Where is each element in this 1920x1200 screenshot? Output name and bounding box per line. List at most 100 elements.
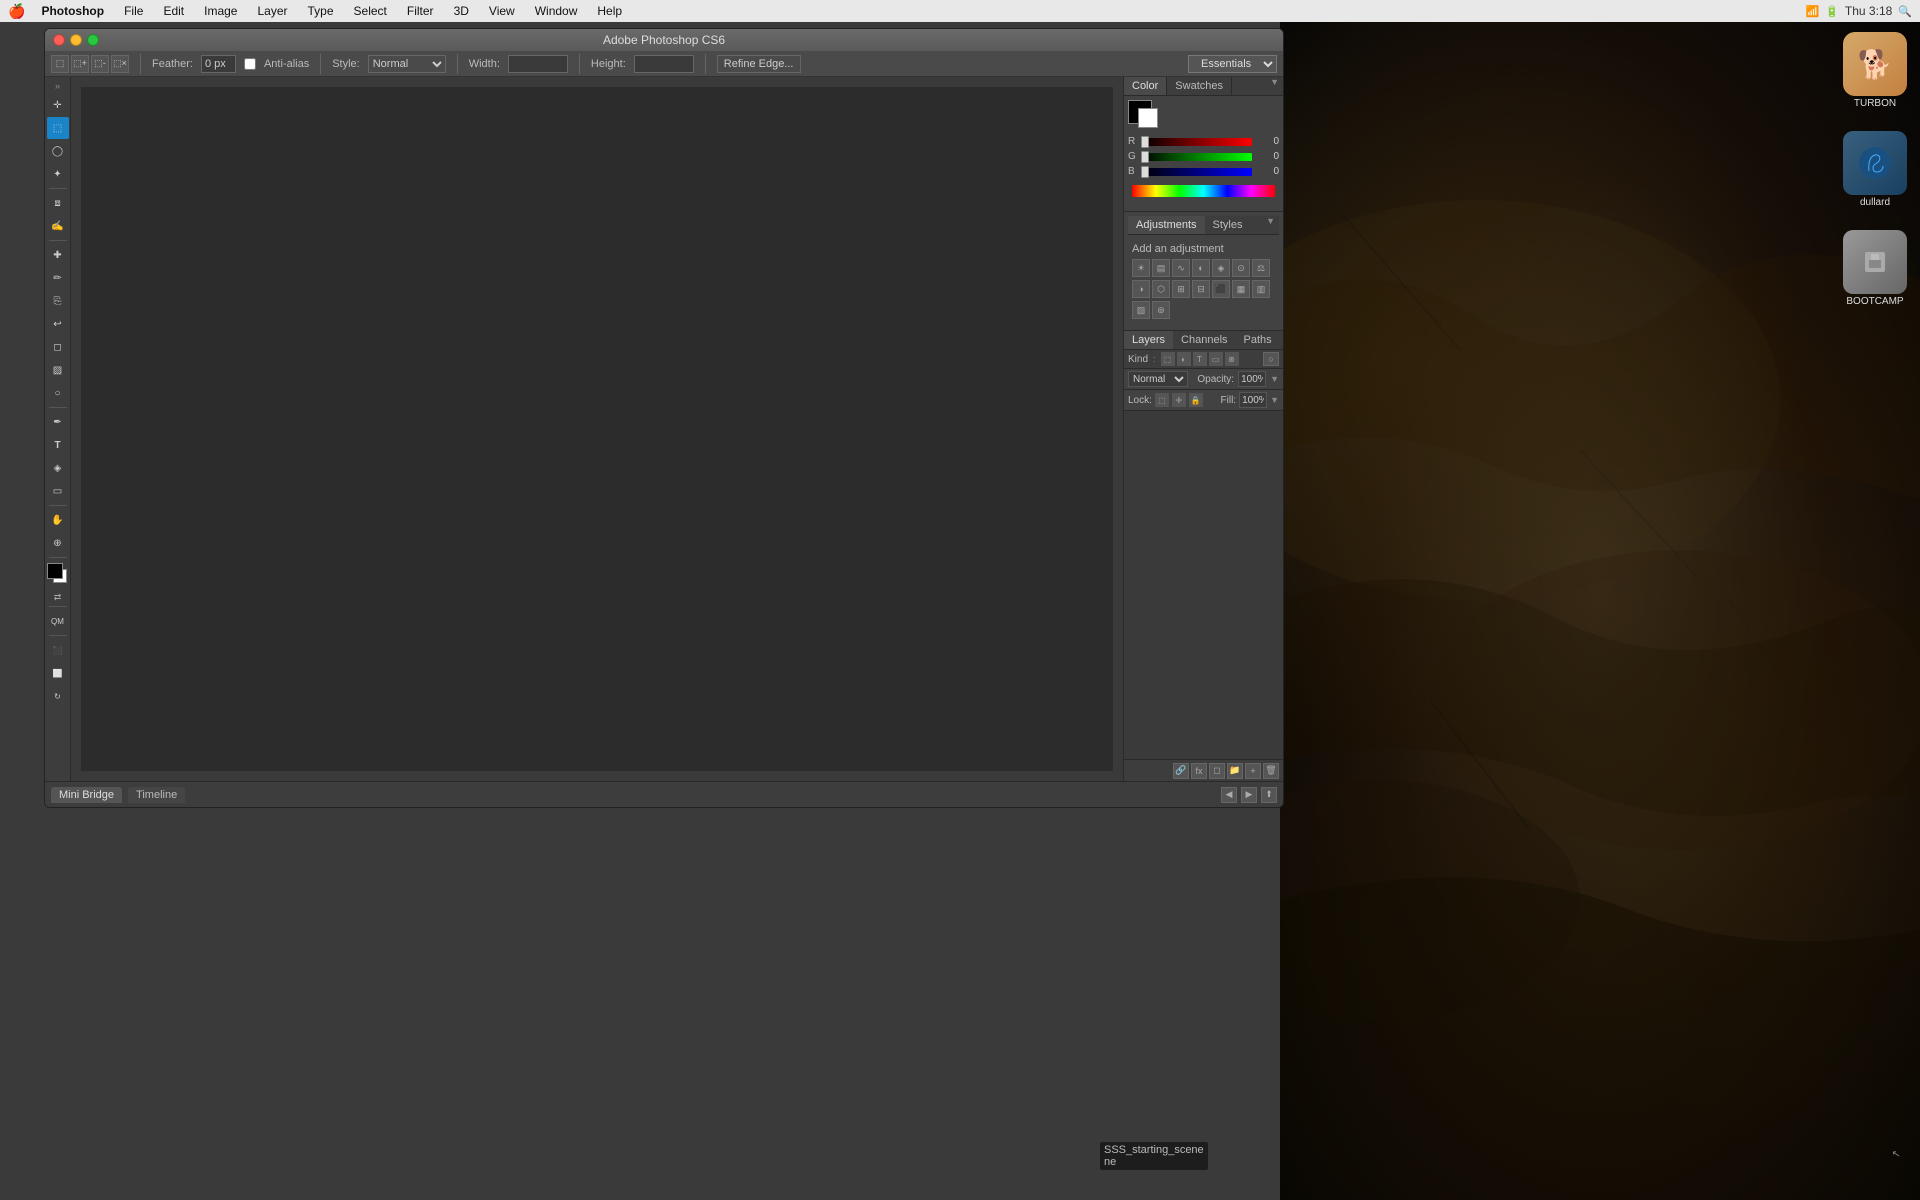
quick-mask-button[interactable]: QM: [47, 610, 69, 632]
screen-mode-button[interactable]: ⬛: [47, 639, 69, 661]
adjustment-filter-icon[interactable]: ◐: [1177, 352, 1191, 366]
width-input[interactable]: [508, 55, 568, 73]
shape-tool[interactable]: ▭: [47, 480, 69, 502]
marquee-tool[interactable]: ⬚: [47, 117, 69, 139]
curves-icon[interactable]: ∿: [1172, 259, 1190, 277]
menu-file[interactable]: File: [120, 2, 147, 20]
color-balance-icon[interactable]: ⚖: [1252, 259, 1270, 277]
shape-filter-icon[interactable]: ▭: [1209, 352, 1223, 366]
bg-color-swatch[interactable]: [1138, 108, 1158, 128]
bottom-scroll-right[interactable]: ▶: [1241, 787, 1257, 803]
tab-adjustments[interactable]: Adjustments: [1128, 216, 1205, 234]
menu-layer[interactable]: Layer: [253, 2, 291, 20]
toolbar-collapse[interactable]: »: [55, 81, 60, 91]
pen-tool[interactable]: ✒: [47, 411, 69, 433]
heal-tool[interactable]: ✚: [47, 244, 69, 266]
text-filter-icon[interactable]: T: [1193, 352, 1207, 366]
close-button[interactable]: [53, 34, 65, 46]
path-selection-tool[interactable]: ◈: [47, 457, 69, 479]
tab-channels[interactable]: Channels: [1173, 331, 1235, 349]
dock-item-turbon[interactable]: 🐕 TURBON: [1834, 32, 1916, 109]
foreground-color[interactable]: [47, 563, 63, 579]
new-layer-button[interactable]: +: [1245, 763, 1261, 779]
history-brush-tool[interactable]: ↩: [47, 313, 69, 335]
menu-image[interactable]: Image: [200, 2, 241, 20]
photo-filter-icon[interactable]: ⬡: [1152, 280, 1170, 298]
levels-icon[interactable]: ▤: [1152, 259, 1170, 277]
height-input[interactable]: [634, 55, 694, 73]
text-tool[interactable]: T: [47, 434, 69, 456]
menu-3d[interactable]: 3D: [450, 2, 473, 20]
move-tool[interactable]: ✛: [47, 94, 69, 116]
exposure-icon[interactable]: ◐: [1192, 259, 1210, 277]
red-slider[interactable]: [1141, 138, 1252, 146]
minimize-button[interactable]: [70, 34, 82, 46]
workspace-select[interactable]: Essentials: [1188, 55, 1277, 73]
refine-edge-button[interactable]: Refine Edge...: [717, 55, 801, 73]
dock-item-bootcamp[interactable]: BOOTCAMP: [1834, 230, 1916, 307]
tab-paths[interactable]: Paths: [1236, 331, 1280, 349]
channel-mixer-icon[interactable]: ⊞: [1172, 280, 1190, 298]
pixel-filter-icon[interactable]: ⬚: [1161, 352, 1175, 366]
gradient-map-icon[interactable]: ▧: [1132, 301, 1150, 319]
lasso-tool[interactable]: ◯: [47, 140, 69, 162]
new-selection-icon[interactable]: ⬚: [51, 55, 69, 73]
hand-tool[interactable]: ✋: [47, 509, 69, 531]
threshold-icon[interactable]: ▥: [1252, 280, 1270, 298]
style-select[interactable]: Normal Fixed Ratio Fixed Size: [368, 55, 446, 73]
maximize-button[interactable]: [87, 34, 99, 46]
dock-item-dullard[interactable]: dullard: [1834, 131, 1916, 208]
tab-mini-bridge[interactable]: Mini Bridge: [51, 787, 122, 803]
blue-slider[interactable]: [1141, 168, 1252, 176]
color-lookup-icon[interactable]: ⊟: [1192, 280, 1210, 298]
eyedropper-tool[interactable]: ✍: [47, 215, 69, 237]
fill-input[interactable]: [1239, 392, 1267, 408]
layers-filter-toggle[interactable]: ○: [1263, 352, 1279, 366]
magic-wand-tool[interactable]: ✦: [47, 163, 69, 185]
smart-filter-icon[interactable]: ⊛: [1225, 352, 1239, 366]
blend-mode-select[interactable]: Normal Multiply Screen Overlay: [1128, 371, 1188, 387]
apple-menu-icon[interactable]: 🍎: [8, 3, 25, 20]
rotate-view-button[interactable]: ↻: [47, 685, 69, 707]
menu-view[interactable]: View: [485, 2, 519, 20]
switch-colors-icon[interactable]: ⇄: [54, 592, 62, 603]
bottom-expand[interactable]: ⬆: [1261, 787, 1277, 803]
fill-arrow[interactable]: ▼: [1270, 395, 1279, 405]
intersect-selection-icon[interactable]: ⬚×: [111, 55, 129, 73]
menu-help[interactable]: Help: [593, 2, 626, 20]
layer-link-button[interactable]: 🔗: [1173, 763, 1189, 779]
dodge-tool[interactable]: ○: [47, 382, 69, 404]
menu-type[interactable]: Type: [304, 2, 338, 20]
spotlight-icon[interactable]: 🔍: [1898, 5, 1912, 18]
lock-pixels-button[interactable]: ⬚: [1155, 393, 1169, 407]
brightness-contrast-icon[interactable]: ☀: [1132, 259, 1150, 277]
crop-tool[interactable]: ⧈: [47, 192, 69, 214]
layer-mask-button[interactable]: ◻: [1209, 763, 1225, 779]
tab-swatches[interactable]: Swatches: [1167, 77, 1232, 95]
adjustments-menu[interactable]: ▼: [1262, 216, 1279, 234]
bw-icon[interactable]: ◑: [1132, 280, 1150, 298]
zoom-tool[interactable]: ⊕: [47, 532, 69, 554]
menu-filter[interactable]: Filter: [403, 2, 438, 20]
menu-edit[interactable]: Edit: [159, 2, 188, 20]
color-spectrum-bar[interactable]: [1132, 185, 1275, 197]
layers-panel-menu[interactable]: ▼: [1280, 331, 1284, 349]
artboard-button[interactable]: ⬜: [47, 662, 69, 684]
subtract-selection-icon[interactable]: ⬚-: [91, 55, 109, 73]
menu-photoshop[interactable]: Photoshop: [37, 2, 108, 20]
lock-all-button[interactable]: 🔒: [1189, 393, 1203, 407]
tab-styles[interactable]: Styles: [1205, 216, 1251, 234]
green-slider[interactable]: [1141, 153, 1252, 161]
canvas[interactable]: [81, 87, 1113, 771]
opacity-input[interactable]: [1238, 371, 1266, 387]
gradient-tool[interactable]: ▨: [47, 359, 69, 381]
anti-alias-checkbox[interactable]: [244, 58, 256, 70]
layer-effects-button[interactable]: fx: [1191, 763, 1207, 779]
color-panel-menu[interactable]: ▼: [1266, 77, 1283, 95]
tab-color[interactable]: Color: [1124, 77, 1167, 95]
eraser-tool[interactable]: ◻: [47, 336, 69, 358]
invert-icon[interactable]: ⬛: [1212, 280, 1230, 298]
tab-layers[interactable]: Layers: [1124, 331, 1173, 349]
add-selection-icon[interactable]: ⬚+: [71, 55, 89, 73]
posterize-icon[interactable]: ▦: [1232, 280, 1250, 298]
